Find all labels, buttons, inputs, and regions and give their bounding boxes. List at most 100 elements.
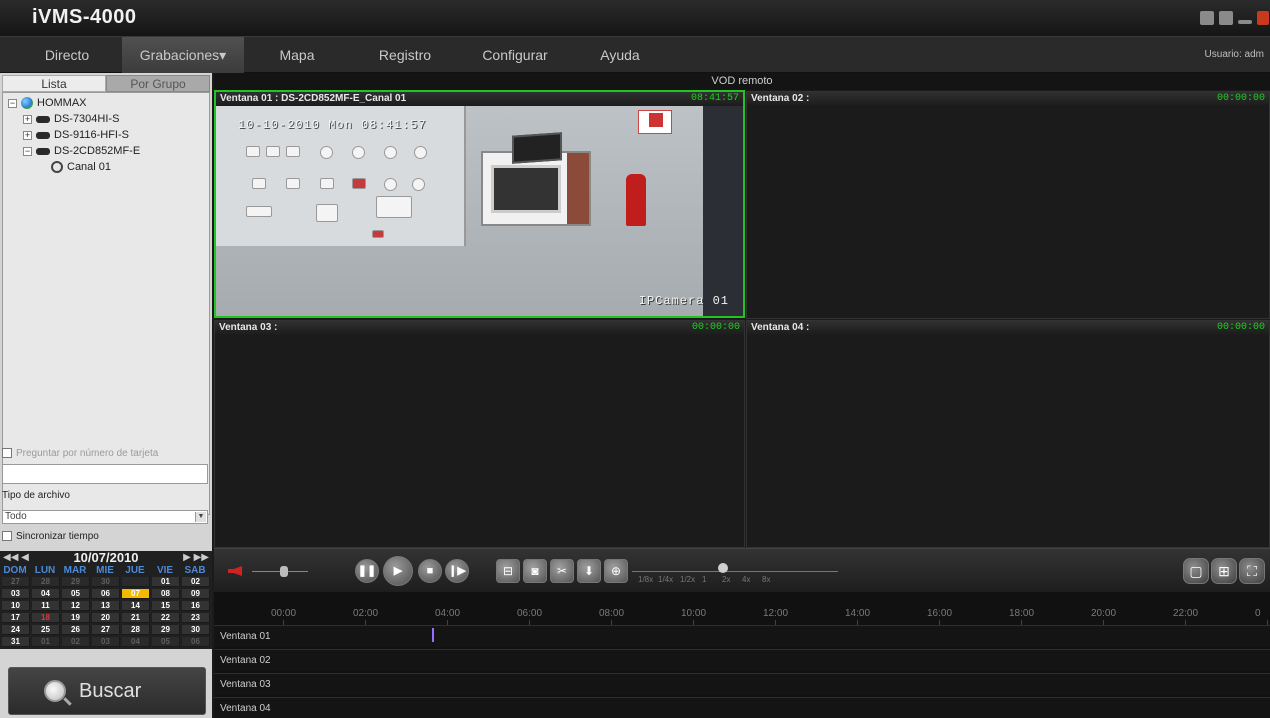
calendar-day[interactable]: 10 — [2, 601, 30, 611]
calendar-day[interactable]: 15 — [152, 601, 180, 611]
step-forward-button[interactable]: ❙▶ — [445, 559, 469, 583]
calendar-day[interactable]: 03 — [92, 637, 120, 647]
calendar-day[interactable]: 04 — [122, 637, 150, 647]
calendar-day[interactable]: 25 — [32, 625, 60, 635]
menu-directo[interactable]: Directo — [12, 37, 122, 73]
calendar-day[interactable]: 16 — [182, 601, 210, 611]
calendar-day[interactable]: 06 — [182, 637, 210, 647]
timeline-row[interactable]: Ventana 03 — [214, 673, 1270, 695]
tree-node-dvr[interactable]: DS-9116-HFI-S — [36, 128, 129, 142]
calendar-day[interactable]: 23 — [182, 613, 210, 623]
download-icon[interactable]: ⬇ — [577, 559, 601, 583]
slice-button[interactable]: ⊟ — [496, 559, 520, 583]
close-icon[interactable] — [1257, 11, 1269, 25]
calendar-day[interactable]: 21 — [122, 613, 150, 623]
video-window-04[interactable]: Ventana 04 : 00:00:00 — [746, 320, 1270, 548]
sync-checkbox[interactable] — [2, 531, 12, 541]
calendar-day[interactable]: 02 — [62, 637, 90, 647]
expand-icon[interactable]: + — [23, 131, 32, 140]
calendar-day[interactable]: 18 — [32, 613, 60, 623]
calendar-day[interactable]: 30 — [92, 577, 120, 587]
calendar-day[interactable]: 19 — [62, 613, 90, 623]
dvr-icon — [36, 131, 50, 139]
card-search-label: Preguntar por número de tarjeta — [16, 448, 159, 459]
fullscreen-icon[interactable]: ⛶ — [1239, 558, 1265, 584]
tab-lista[interactable]: Lista — [2, 75, 106, 92]
video-window-03[interactable]: Ventana 03 : 00:00:00 — [214, 320, 745, 548]
stop-button[interactable]: ■ — [418, 559, 442, 583]
expand-icon[interactable]: + — [23, 115, 32, 124]
calendar-day[interactable]: 30 — [182, 625, 210, 635]
calendar-day[interactable]: 17 — [2, 613, 30, 623]
calendar-day[interactable]: 04 — [32, 589, 60, 599]
timeline-row[interactable]: Ventana 01 — [214, 625, 1270, 647]
menu-configurar[interactable]: Configurar — [460, 37, 570, 73]
timeline-row[interactable]: Ventana 04 — [214, 697, 1270, 718]
zoom-icon[interactable]: ⊕ — [604, 559, 628, 583]
calendar-day[interactable]: 11 — [32, 601, 60, 611]
calendar-day[interactable]: 08 — [152, 589, 180, 599]
calendar-day[interactable]: 28 — [122, 625, 150, 635]
tree-node-dvr[interactable]: DS-7304HI-S — [36, 112, 119, 126]
tree-node-ipcam[interactable]: DS-2CD852MF-E — [36, 144, 140, 158]
timeline-row[interactable]: Ventana 02 — [214, 649, 1270, 671]
lock-icon[interactable] — [1219, 11, 1233, 25]
video-window-02[interactable]: Ventana 02 : 00:00:00 — [746, 91, 1270, 319]
calendar-day[interactable]: 05 — [152, 637, 180, 647]
calendar-day[interactable]: 27 — [92, 625, 120, 635]
clip-icon[interactable]: ✂ — [550, 559, 574, 583]
calendar-day[interactable] — [122, 577, 150, 587]
speed-slider-thumb[interactable] — [718, 563, 728, 573]
speed-slider[interactable] — [632, 571, 838, 572]
calendar-day[interactable]: 29 — [62, 577, 90, 587]
calendar-day[interactable]: 03 — [2, 589, 30, 599]
calendar-day[interactable]: 01 — [32, 637, 60, 647]
timeline-cursor[interactable] — [432, 628, 434, 642]
tree-node-canal[interactable]: Canal 01 — [51, 160, 111, 174]
layout-single-icon[interactable]: ▢ — [1183, 558, 1209, 584]
play-button[interactable]: ▶ — [383, 556, 413, 586]
menu-ayuda[interactable]: Ayuda — [570, 37, 670, 73]
calendar-day[interactable]: 13 — [92, 601, 120, 611]
calendar-day[interactable]: 05 — [62, 589, 90, 599]
calendar-day[interactable]: 09 — [182, 589, 210, 599]
menu-grabaciones[interactable]: Grabaciones▾ — [122, 37, 244, 73]
calendar-next-button[interactable]: ▶ ▶▶ — [183, 551, 209, 565]
calendar-day[interactable]: 01 — [152, 577, 180, 587]
volume-slider-thumb[interactable] — [280, 566, 288, 577]
calendar-day[interactable]: 29 — [152, 625, 180, 635]
calendar-day[interactable]: 27 — [2, 577, 30, 587]
tab-por-grupo[interactable]: Por Grupo — [106, 75, 210, 92]
calendar-day[interactable]: 22 — [152, 613, 180, 623]
search-button[interactable]: Buscar — [8, 667, 206, 715]
calendar-day[interactable]: 20 — [92, 613, 120, 623]
video-window-time: 08:41:57 — [690, 93, 739, 104]
camera-icon[interactable]: ◙ — [523, 559, 547, 583]
calendar-day[interactable]: 12 — [62, 601, 90, 611]
calendar-day[interactable]: 31 — [2, 637, 30, 647]
timeline-row-label: Ventana 03 — [220, 679, 271, 690]
menu-mapa[interactable]: Mapa — [244, 37, 350, 73]
minimize-icon[interactable] — [1238, 20, 1252, 24]
calendar-day[interactable]: 24 — [2, 625, 30, 635]
file-type-select[interactable]: Todo ▼ — [2, 510, 208, 524]
collapse-icon[interactable]: − — [23, 147, 32, 156]
menu-registro[interactable]: Registro — [350, 37, 460, 73]
calendar-day[interactable]: 02 — [182, 577, 210, 587]
pause-button[interactable]: ❚❚ — [355, 559, 379, 583]
card-number-input[interactable] — [2, 464, 208, 484]
calendar-day[interactable]: 14 — [122, 601, 150, 611]
video-window-title: Ventana 01 : DS-2CD852MF-E_Canal 01 — [220, 93, 407, 104]
calendar-day[interactable]: 07 — [122, 589, 150, 599]
video-window-01[interactable]: Ventana 01 : DS-2CD852MF-E_Canal 01 08:4… — [214, 90, 745, 318]
card-search-checkbox[interactable] — [2, 448, 12, 458]
collapse-icon[interactable]: − — [8, 99, 17, 108]
calendar-day[interactable]: 28 — [32, 577, 60, 587]
calendar-day[interactable]: 26 — [62, 625, 90, 635]
user-icon[interactable] — [1200, 11, 1214, 25]
timeline[interactable]: 00:00 02:00 04:00 06:00 08:00 10:00 12:00 14:00… — [214, 592, 1270, 718]
layout-quad-icon[interactable]: ⊞ — [1211, 558, 1237, 584]
volume-icon[interactable] — [228, 566, 242, 576]
tree-node-hommax[interactable]: HOMMAX — [21, 96, 87, 110]
calendar-day[interactable]: 06 — [92, 589, 120, 599]
